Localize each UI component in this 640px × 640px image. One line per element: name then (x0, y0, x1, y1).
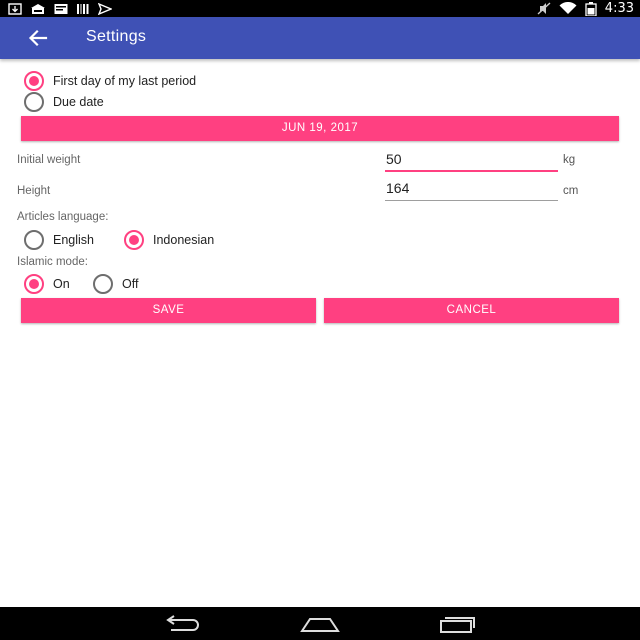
radio-label: Indonesian (153, 233, 215, 247)
nav-home-button[interactable] (300, 614, 340, 634)
radio-english[interactable]: English (24, 230, 94, 250)
radio-button-unchecked (93, 274, 113, 294)
radio-islamic-off[interactable]: Off (93, 274, 138, 294)
cancel-button[interactable]: CANCEL (324, 298, 619, 323)
page-title: Settings (86, 28, 147, 45)
arrow-back-icon (28, 29, 48, 47)
radio-due-date[interactable]: Due date (24, 92, 104, 112)
battery-icon (585, 1, 597, 16)
initial-weight-field[interactable]: 50 (385, 150, 558, 172)
nav-back-button[interactable] (163, 614, 203, 634)
height-field[interactable]: 164 (385, 179, 558, 201)
nav-recents-button[interactable] (438, 614, 478, 634)
radio-button-unchecked (24, 230, 44, 250)
radio-label: First day of my last period (53, 74, 197, 88)
height-label: Height (17, 185, 51, 197)
recents-nav-icon (440, 617, 475, 633)
radio-label: English (53, 233, 94, 247)
radio-indonesian[interactable]: Indonesian (124, 230, 214, 250)
download-icon (8, 2, 22, 15)
radio-first-day-last-period[interactable]: First day of my last period (24, 71, 196, 91)
radio-button-unchecked (24, 92, 44, 112)
radio-button-checked (24, 274, 44, 294)
status-bar: 4:33 (0, 0, 640, 17)
back-nav-icon (166, 615, 199, 631)
initial-weight-label: Initial weight (17, 154, 81, 166)
barcode-icon (77, 3, 89, 14)
navigation-bar (0, 607, 640, 640)
articles-language-label: Articles language: (17, 211, 109, 223)
save-button[interactable]: SAVE (21, 298, 316, 323)
date-picker-button[interactable]: JUN 19, 2017 (21, 116, 619, 141)
send-icon (98, 2, 112, 15)
home-nav-icon (300, 618, 340, 632)
mute-icon (537, 2, 551, 15)
message-icon (54, 3, 68, 14)
radio-button-checked (124, 230, 144, 250)
radio-button-checked (24, 71, 44, 91)
back-button[interactable] (24, 26, 52, 50)
radio-label: Off (122, 277, 139, 291)
radio-label: Due date (53, 95, 104, 109)
radio-label: On (53, 277, 70, 291)
status-time: 4:33 (604, 1, 634, 16)
islamic-mode-label: Islamic mode: (17, 256, 88, 268)
store-icon (31, 3, 45, 14)
height-unit: cm (563, 185, 579, 197)
app-toolbar: Settings (0, 17, 640, 59)
wifi-icon (559, 2, 577, 14)
settings-screen: 4:33 Settings First day of my last perio… (0, 0, 640, 640)
radio-islamic-on[interactable]: On (24, 274, 70, 294)
weight-unit: kg (563, 154, 576, 166)
